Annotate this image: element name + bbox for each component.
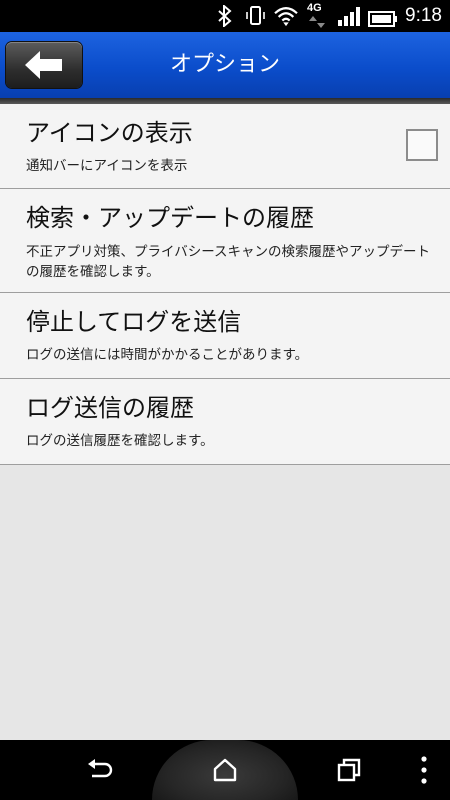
option-stop-and-send-log[interactable]: 停止してログを送信 ログの送信には時間がかかることがあります。 (0, 293, 450, 379)
option-title: 検索・アップデートの履歴 (26, 204, 314, 232)
back-nav-icon[interactable] (86, 758, 114, 784)
phone-vibrate-icon (246, 6, 265, 25)
status-bar: 4G 9:18 (0, 0, 450, 32)
option-title: ログ送信の履歴 (26, 394, 194, 422)
network-label: 4G (307, 2, 322, 14)
clock: 9:18 (405, 5, 442, 26)
recent-apps-icon[interactable] (336, 757, 362, 783)
battery-icon (368, 11, 397, 27)
back-arrow-icon (25, 51, 62, 79)
option-subtitle: 通知バーにアイコンを表示 (26, 158, 188, 174)
back-button[interactable] (6, 42, 82, 88)
option-title: アイコンの表示 (26, 119, 193, 147)
menu-dots-icon[interactable] (418, 755, 430, 785)
app-bar: オプション (0, 32, 450, 98)
icon-display-checkbox[interactable] (406, 129, 438, 161)
wifi-icon (274, 7, 298, 27)
options-list: アイコンの表示 通知バーにアイコンを表示 検索・アップデートの履歴 不正アプリ対… (0, 104, 450, 465)
option-search-update-history[interactable]: 検索・アップデートの履歴 不正アプリ対策、プライバシースキャンの検索履歴やアップ… (0, 189, 450, 293)
option-icon-display[interactable]: アイコンの表示 通知バーにアイコンを表示 (0, 104, 450, 189)
option-subtitle: ログの送信履歴を確認します。 (26, 433, 214, 449)
option-subtitle: 不正アプリ対策、プライバシースキャンの検索履歴やアップデートの履歴を確認します。 (26, 244, 431, 280)
option-title: 停止してログを送信 (26, 308, 242, 336)
option-subtitle: ログの送信には時間がかかることがあります。 (26, 347, 309, 363)
signal-icon (338, 7, 360, 26)
home-nav-icon[interactable] (212, 757, 238, 783)
navigation-bar (0, 740, 450, 800)
option-log-send-history[interactable]: ログ送信の履歴 ログの送信履歴を確認します。 (0, 379, 450, 465)
network-4g-icon: 4G (307, 2, 327, 28)
bluetooth-icon (218, 5, 232, 27)
